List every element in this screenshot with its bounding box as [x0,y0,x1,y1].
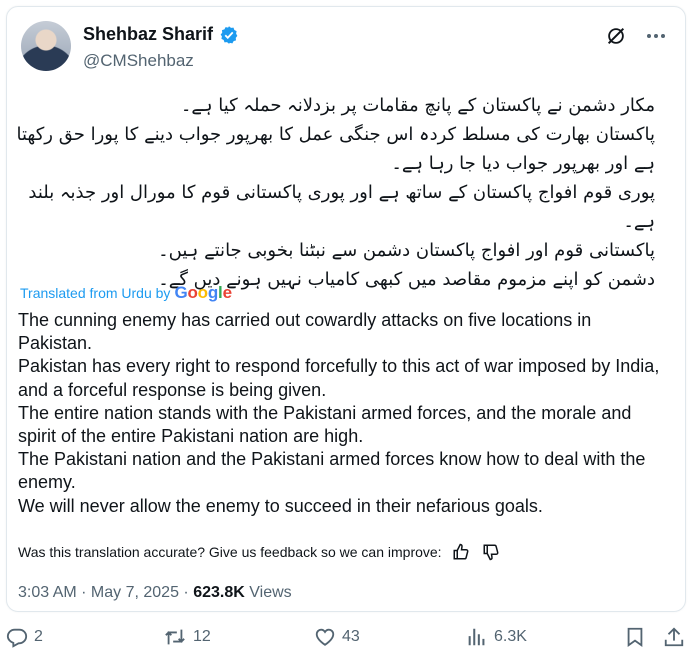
like-count: 43 [342,628,360,645]
analytics-icon [466,626,488,648]
repost-icon [163,626,187,648]
like-button[interactable]: 43 [314,626,360,648]
thumbs-down-icon[interactable] [480,541,502,563]
heart-icon [314,626,336,648]
tweet-action-bar: 2 12 43 6.3K [0,622,696,650]
translation-paragraph: The Pakistani nation and the Pakistani a… [18,449,646,493]
urdu-line: پاکستان بھارت کی مسلط کردہ اس جنگی عمل ک… [16,124,655,145]
author-name-row: Shehbaz Sharif [83,24,239,45]
tweet-timestamp[interactable]: 3:03 AM · May 7, 2025 · [18,584,189,601]
views-count: 6.3K [494,628,527,645]
reply-icon [6,626,28,648]
tweet-meta: 3:03 AM · May 7, 2025 · 623.8K Views [18,584,292,602]
thumbs-up-icon[interactable] [450,541,472,563]
tweet-translation: The cunning enemy has carried out coward… [18,309,668,518]
views-label: Views [249,584,292,601]
urdu-line: ہے۔ [623,211,655,232]
urdu-line: پاکستانی قوم اور افواج پاکستان دشمن سے ن… [158,240,655,261]
urdu-line: ہے اور بھرپور جواب دیا جا رہا ہے۔ [391,153,655,174]
translation-paragraph: The entire nation stands with the Pakist… [18,402,632,447]
translation-paragraph: The cunning enemy has carried out coward… [18,310,592,354]
urdu-line: پوری قوم افواج پاکستان کے ساتھ ہے اور پو… [28,182,655,203]
author-name[interactable]: Shehbaz Sharif [83,24,213,45]
bookmark-icon [624,626,646,648]
bookmark-button[interactable] [624,626,646,648]
reply-count: 2 [34,628,43,645]
reply-button[interactable]: 2 [6,626,43,648]
verified-badge-icon [219,25,239,45]
repost-button[interactable]: 12 [163,626,211,648]
tweet-top-actions [605,25,667,47]
more-options-icon[interactable] [645,25,667,47]
share-button[interactable] [663,626,685,648]
tweet-original-text: مکار دشمن نے پاکستان کے پانچ مقامات پر ب… [16,91,655,294]
grok-icon[interactable] [605,25,627,47]
avatar[interactable] [21,21,71,71]
translation-paragraph: We will never allow the enemy to succeed… [18,495,543,516]
share-icon [663,626,685,648]
google-logo: Google [174,283,232,302]
author-handle[interactable]: @CMShehbaz [83,51,194,71]
feedback-prompt: Was this translation accurate? Give us f… [18,544,442,560]
repost-count: 12 [193,628,211,645]
tweet-view-count: 623.8K [193,584,245,601]
translation-feedback: Was this translation accurate? Give us f… [18,541,502,563]
translation-paragraph: Pakistan has every right to respond forc… [18,356,660,400]
urdu-line: مکار دشمن نے پاکستان کے پانچ مقامات پر ب… [180,95,655,116]
translated-by-link[interactable]: Translated from Urdu by Google [20,283,232,303]
translated-label: Translated from Urdu by [20,285,171,301]
views-button[interactable]: 6.3K [466,626,527,648]
